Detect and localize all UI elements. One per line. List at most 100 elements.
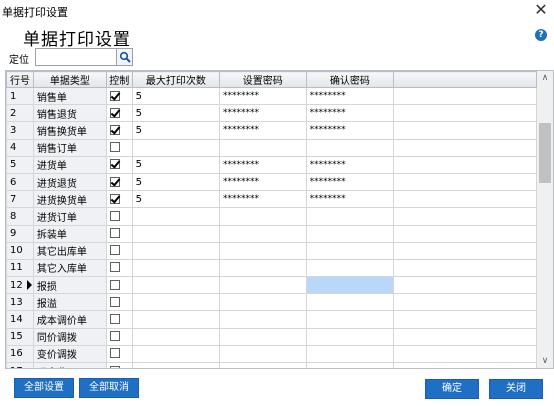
max-prints-cell[interactable]: 5	[131, 86, 220, 106]
control-checkbox[interactable]	[109, 279, 120, 290]
confirm-password-cell[interactable]	[305, 207, 395, 226]
control-cell[interactable]	[105, 361, 133, 368]
max-prints-cell[interactable]	[131, 310, 220, 329]
select-all-button[interactable]: 全部设置	[14, 378, 74, 398]
control-cell[interactable]	[105, 172, 133, 192]
control-checkbox[interactable]	[109, 124, 120, 135]
column-header-confirm-password[interactable]: 确认密码	[305, 71, 395, 88]
set-password-cell[interactable]	[218, 241, 307, 260]
close-icon[interactable]: ✕	[532, 1, 550, 19]
set-password-cell[interactable]	[218, 224, 307, 243]
control-cell[interactable]	[105, 327, 133, 346]
control-cell[interactable]	[105, 310, 133, 329]
confirm-password-cell[interactable]	[305, 241, 395, 260]
set-password-cell[interactable]: ********	[218, 190, 307, 209]
scroll-up-icon[interactable]: ∧	[537, 71, 553, 85]
column-header-type[interactable]: 单据类型	[32, 71, 107, 88]
control-checkbox[interactable]	[109, 159, 120, 170]
table-row[interactable]: 13 报溢	[6, 293, 537, 312]
table-row[interactable]: 14 成本调价单	[6, 310, 537, 329]
control-cell[interactable]	[105, 155, 133, 174]
ok-button[interactable]: 确定	[425, 379, 479, 399]
set-password-cell[interactable]: ********	[218, 121, 307, 140]
locate-search-button[interactable]	[116, 48, 133, 66]
table-row[interactable]: 3 销售换货单 5 ******** ********	[6, 121, 537, 140]
control-checkbox[interactable]	[109, 90, 120, 101]
max-prints-cell[interactable]	[131, 241, 220, 260]
table-row[interactable]: 6 进货退货 5 ******** ********	[6, 172, 537, 192]
max-prints-cell[interactable]	[131, 224, 220, 243]
control-cell[interactable]	[105, 276, 133, 295]
max-prints-cell[interactable]	[131, 207, 220, 226]
set-password-cell[interactable]	[218, 258, 307, 278]
confirm-password-cell[interactable]: ********	[305, 172, 395, 192]
cancel-all-button[interactable]: 全部取消	[79, 378, 139, 398]
confirm-password-cell[interactable]: ********	[305, 121, 395, 140]
set-password-cell[interactable]: ********	[218, 86, 307, 106]
confirm-password-cell[interactable]: ********	[305, 190, 395, 209]
confirm-password-cell[interactable]: ********	[305, 86, 395, 106]
confirm-password-cell[interactable]	[305, 276, 395, 295]
table-row[interactable]: 8 进货订单	[6, 207, 537, 226]
close-button[interactable]: 关闭	[489, 379, 543, 399]
table-row[interactable]: 4 销售订单	[6, 138, 537, 157]
control-cell[interactable]	[105, 121, 133, 140]
confirm-password-cell[interactable]	[305, 138, 395, 157]
max-prints-cell[interactable]	[131, 327, 220, 346]
table-row[interactable]: 12 报损	[6, 276, 537, 295]
set-password-cell[interactable]	[218, 293, 307, 312]
max-prints-cell[interactable]	[131, 258, 220, 278]
table-row[interactable]: 16 变价调拨	[6, 344, 537, 364]
set-password-cell[interactable]	[218, 327, 307, 346]
control-cell[interactable]	[105, 207, 133, 226]
control-cell[interactable]	[105, 86, 133, 106]
column-header-set-password[interactable]: 设置密码	[218, 71, 307, 88]
control-checkbox[interactable]	[109, 107, 120, 118]
confirm-password-cell[interactable]	[305, 293, 395, 312]
control-checkbox[interactable]	[109, 210, 120, 221]
control-cell[interactable]	[105, 104, 133, 123]
max-prints-cell[interactable]	[131, 276, 220, 295]
confirm-password-cell[interactable]	[305, 224, 395, 243]
max-prints-cell[interactable]: 5	[131, 190, 220, 209]
confirm-password-cell[interactable]	[305, 361, 395, 368]
control-cell[interactable]	[105, 293, 133, 312]
confirm-password-cell[interactable]: ********	[305, 104, 395, 123]
table-row[interactable]: 7 进货换货单 5 ******** ********	[6, 190, 537, 209]
control-checkbox[interactable]	[109, 331, 120, 342]
set-password-cell[interactable]: ********	[218, 172, 307, 192]
scroll-thumb[interactable]	[539, 123, 551, 183]
confirm-password-cell[interactable]: ********	[305, 155, 395, 174]
max-prints-cell[interactable]: 5	[131, 155, 220, 174]
control-cell[interactable]	[105, 344, 133, 364]
scroll-down-icon[interactable]: ∨	[537, 354, 553, 368]
set-password-cell[interactable]	[218, 344, 307, 364]
control-checkbox[interactable]	[109, 314, 120, 325]
control-checkbox[interactable]	[109, 176, 120, 187]
control-checkbox[interactable]	[109, 142, 120, 153]
control-cell[interactable]	[105, 190, 133, 209]
control-checkbox[interactable]	[109, 348, 120, 359]
table-row[interactable]: 15 同价调拨	[6, 327, 537, 346]
table-row[interactable]: 11 其它入库单	[6, 258, 537, 278]
control-cell[interactable]	[105, 224, 133, 243]
vertical-scrollbar[interactable]: ∧ ∨	[537, 71, 553, 368]
help-icon[interactable]: ?	[535, 29, 547, 41]
max-prints-cell[interactable]: 5	[131, 172, 220, 192]
max-prints-cell[interactable]	[131, 361, 220, 368]
max-prints-cell[interactable]	[131, 293, 220, 312]
set-password-cell[interactable]	[218, 138, 307, 157]
max-prints-cell[interactable]: 5	[131, 121, 220, 140]
control-cell[interactable]	[105, 258, 133, 278]
table-row[interactable]: 9 拆装单	[6, 224, 537, 243]
control-checkbox[interactable]	[109, 228, 120, 239]
control-checkbox[interactable]	[109, 296, 120, 307]
set-password-cell[interactable]	[218, 361, 307, 368]
table-row[interactable]: 2 销售退货 5 ******** ********	[6, 104, 537, 123]
column-header-max-prints[interactable]: 最大打印次数	[131, 71, 220, 88]
table-row[interactable]: 10 其它出库单	[6, 241, 537, 260]
table-row[interactable]: 1 销售单 5 ******** ********	[6, 86, 537, 106]
confirm-password-cell[interactable]	[305, 327, 395, 346]
control-cell[interactable]	[105, 138, 133, 157]
table-row[interactable]: 17现金费用	[6, 361, 537, 368]
